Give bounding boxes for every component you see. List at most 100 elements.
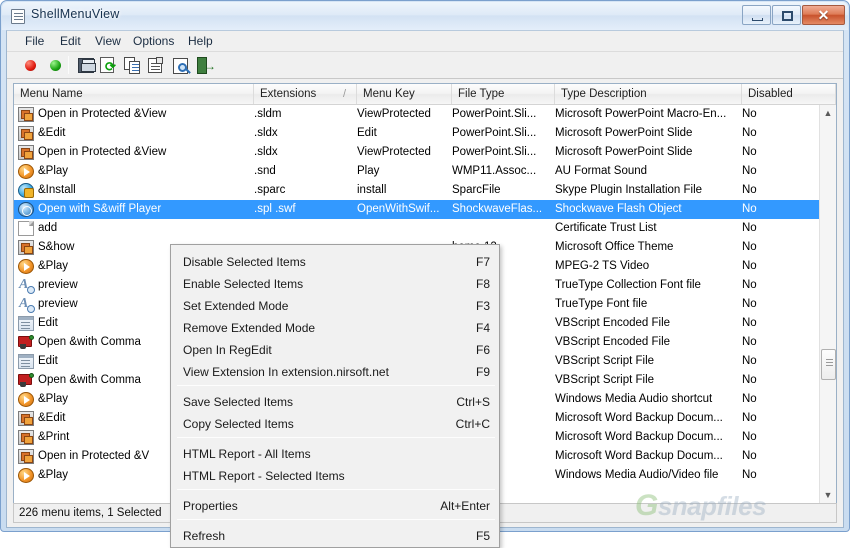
minimize-button[interactable] [742,5,771,25]
close-button[interactable]: ✕ [802,5,845,25]
scroll-up-button[interactable]: ▲ [820,105,836,122]
context-menu-item-html-report-selected-items[interactable]: HTML Report - Selected Items [172,465,500,487]
command-status-dot-icon [29,335,34,340]
cell-menu-key: ViewProtected [357,108,431,120]
cell-type-description: VBScript Encoded File [555,336,671,348]
context-menu-item-label: Copy Selected Items [183,417,294,431]
cell-file-type [452,219,552,238]
properties-icon [148,57,163,73]
context-menu-separator [177,519,495,520]
cell-menu-name: &Install [38,184,76,196]
menubar-item-view[interactable]: View [89,33,127,50]
column-header-file-type[interactable]: File Type [452,84,555,104]
menubar-item-file[interactable]: File [19,33,50,50]
cell-menu-name: Open in Protected &View [38,146,167,158]
cell-disabled: No [742,336,757,348]
table-row[interactable]: &Play .snd Play WMP11.Assoc... AU Format Sou… [14,162,820,181]
media-play-icon [18,259,34,274]
exit-button[interactable]: → [196,57,216,74]
context-menu-item-shortcut: F7 [475,255,490,269]
vertical-scrollbar[interactable]: ▲ ▼ [819,105,836,504]
cell-disabled: No [742,184,757,196]
refresh-button[interactable]: ⟳ [100,57,117,74]
vertical-scrollbar-thumb[interactable] [821,349,836,380]
flash-icon [18,202,34,217]
cell-disabled: No [742,469,757,481]
cell-disabled: No [742,165,757,177]
magnifier-handle [185,68,191,74]
enable-selected-items-button[interactable] [48,57,65,74]
table-row[interactable]: add Certificate Trust List No [14,219,820,238]
maximize-button[interactable] [772,5,801,25]
context-menu-item-disable-selected-items[interactable]: Disable Selected Items F7 [172,251,500,273]
menubar-item-help[interactable]: Help [182,33,219,50]
context-menu-item-refresh[interactable]: Refresh F5 [172,525,500,547]
context-menu-item-save-selected-items[interactable]: Save Selected Items Ctrl+S [172,391,500,413]
window-title: ShellMenuView [31,7,120,21]
context-menu-item-shortcut: F9 [475,365,490,379]
cell-type-description: Microsoft Office Theme [555,241,674,253]
column-header-menu-name[interactable]: Menu Name [14,84,254,104]
cell-extensions: .sparc [254,184,286,196]
powerpoint-icon [18,449,34,464]
context-menu-item-label: Set Extended Mode [183,299,289,313]
cell-file-type: PowerPoint.Sli... [452,127,537,139]
find-button[interactable] [173,57,191,74]
application-icon [11,9,25,24]
context-menu-item-view-extension-in-extension-nirsoft-net[interactable]: View Extension In extension.nirsoft.net F… [172,361,500,383]
context-menu-item-copy-selected-items[interactable]: Copy Selected Items Ctrl+C [172,413,500,435]
cell-type-description: Microsoft PowerPoint Slide [555,127,693,139]
context-menu-item-enable-selected-items[interactable]: Enable Selected Items F8 [172,273,500,295]
toolbar: ⟳ → [7,52,843,79]
column-header-menu-key[interactable]: Menu Key [357,84,452,104]
context-menu-item-label: HTML Report - All Items [183,447,311,461]
context-menu-item-set-extended-mode[interactable]: Set Extended Mode F3 [172,295,500,317]
save-selected-items-button[interactable] [78,57,96,74]
title-bar[interactable]: ShellMenuView ✕ [2,2,848,30]
cell-menu-key: ViewProtected [357,146,431,158]
context-menu-item-label: Open In RegEdit [183,343,272,357]
column-header-label: Type Description [561,88,647,100]
cell-disabled: No [742,374,757,386]
menubar-item-edit[interactable]: Edit [54,33,87,50]
preview-font-icon [18,296,35,313]
red-dot-icon [25,60,36,71]
context-menu-item-shortcut: F4 [475,321,490,335]
disable-selected-items-button[interactable] [23,57,40,74]
cell-menu-name: add [38,222,58,234]
cell-type-description: Skype Plugin Installation File [555,184,703,196]
table-row[interactable]: &Install .sparc install SparcFile Skype Plug… [14,181,820,200]
context-menu-item-shortcut: F5 [475,529,490,543]
context-menu[interactable]: Disable Selected Items F7 Enable Selected … [170,244,500,548]
cell-type-description: Microsoft Word Backup Docum... [555,412,723,424]
context-menu-item-html-report-all-items[interactable]: HTML Report - All Items [172,443,500,465]
menubar-item-options[interactable]: Options [127,33,180,50]
context-menu-item-label: Save Selected Items [183,395,294,409]
column-header-type-description[interactable]: Type Description [555,84,742,104]
table-row[interactable]: Open in Protected &View .sldx ViewProtecte… [14,143,820,162]
cell-disabled: No [742,127,757,139]
notepad-icon [18,316,34,331]
scroll-down-button[interactable]: ▼ [820,487,836,504]
table-row[interactable]: Open in Protected &View .sldm ViewProtecte… [14,105,820,124]
cell-type-description: Microsoft Word Backup Docum... [555,450,723,462]
cell-type-description: Shockwave Flash Object [555,203,682,215]
blank-page-icon [18,221,34,236]
exit-arrow: → [204,59,216,73]
powerpoint-icon [18,411,34,426]
table-row[interactable]: Open with S&wiff Player .spl .swf OpenWith… [14,200,820,219]
copy-selected-items-button[interactable] [124,57,141,74]
table-row[interactable]: &Edit .sldx Edit PowerPoint.Sli... Microsoft… [14,124,820,143]
toolbar-separator [68,56,69,74]
cell-disabled: No [742,279,757,291]
cell-type-description: Microsoft Word Backup Docum... [555,431,723,443]
context-menu-item-open-in-regedit[interactable]: Open In RegEdit F6 [172,339,500,361]
column-header-disabled[interactable]: Disabled [742,84,836,104]
column-header-label: Menu Name [20,88,83,100]
powerpoint-icon [18,430,34,445]
properties-button[interactable] [148,57,165,74]
context-menu-item-label: Remove Extended Mode [183,321,316,335]
context-menu-item-remove-extended-mode[interactable]: Remove Extended Mode F4 [172,317,500,339]
column-header-extensions[interactable]: Extensions / [254,84,357,104]
context-menu-item-properties[interactable]: Properties Alt+Enter [172,495,500,517]
